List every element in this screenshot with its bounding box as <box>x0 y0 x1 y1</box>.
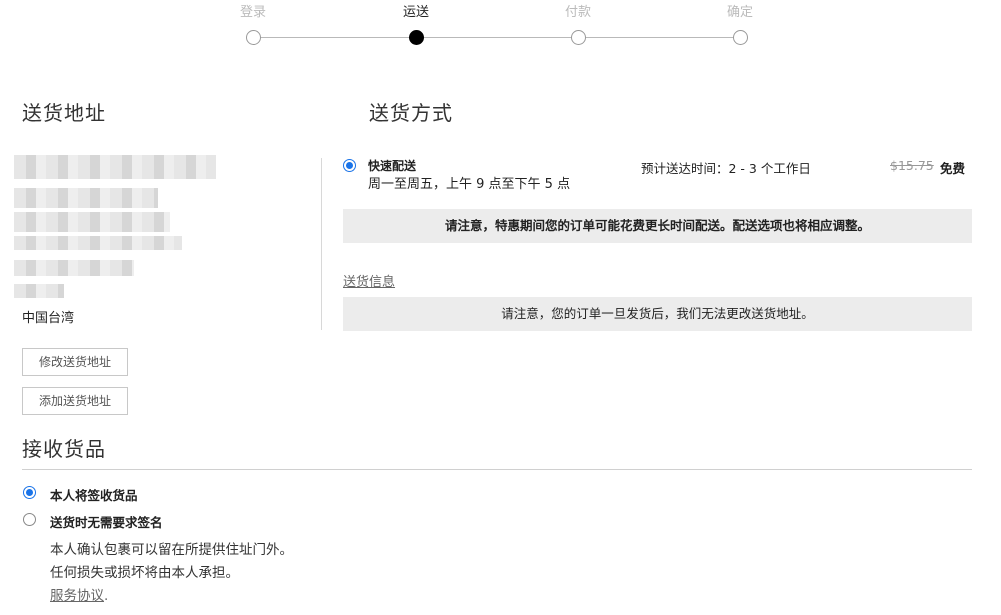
address-line-blur <box>14 155 216 179</box>
address-country: 中国台湾 <box>22 311 75 326</box>
promo-delay-notice: 请注意，特惠期间您的订单可能花费更长时间配送。配送选项也将相应调整。 <box>343 209 972 243</box>
step-shipping[interactable]: 运送 <box>376 0 456 45</box>
checkout-stepper: 登录 运送 付款 确定 <box>0 0 1001 50</box>
disclaimer-line-1: 本人确认包裹可以留在所提供住址门外。 <box>50 542 293 558</box>
step-payment-label: 付款 <box>564 5 591 20</box>
step-confirm-dot <box>733 30 748 45</box>
delivery-eta: 预计送达时间：2 - 3 个工作日 <box>641 161 811 176</box>
receive-goods-title: 接收货品 <box>22 437 106 461</box>
signature-required-label[interactable]: 本人将签收货品 <box>50 485 138 504</box>
address-line-blur <box>14 260 134 276</box>
disclaimer-line-2: 任何损失或损坏将由本人承担。 <box>50 565 239 581</box>
service-agreement-link[interactable]: 服务协议 <box>50 588 104 604</box>
terms-suffix: . <box>104 588 109 604</box>
section-divider <box>22 469 972 470</box>
step-payment-dot <box>571 30 586 45</box>
express-delivery-radio[interactable] <box>343 159 356 172</box>
edit-address-button[interactable]: 修改送货地址 <box>22 348 128 376</box>
address-line-blur <box>14 236 182 250</box>
signature-required-radio[interactable] <box>23 486 36 499</box>
original-price: $15.75 <box>890 158 934 173</box>
shipping-method-title: 送货方式 <box>369 101 453 125</box>
add-address-button[interactable]: 添加送货地址 <box>22 387 128 415</box>
terms-row: 服务协议. <box>50 584 108 604</box>
address-line-blur <box>14 188 158 208</box>
step-login[interactable]: 登录 <box>213 0 293 45</box>
no-signature-label[interactable]: 送货时无需要求签名 <box>50 512 163 531</box>
step-login-dot <box>246 30 261 45</box>
step-shipping-label: 运送 <box>402 5 429 20</box>
step-shipping-dot <box>409 30 424 45</box>
express-delivery-hours: 周一至周五，上午 9 点至下午 5 点 <box>368 177 571 192</box>
address-line-blur <box>14 284 64 298</box>
no-signature-radio[interactable] <box>23 513 36 526</box>
express-delivery-name: 快速配送 <box>368 159 417 173</box>
step-payment[interactable]: 付款 <box>538 0 618 45</box>
shipping-address-title: 送货地址 <box>22 101 106 125</box>
step-login-label: 登录 <box>239 5 266 20</box>
column-divider <box>321 158 322 330</box>
shipping-price: 免费 <box>940 161 966 176</box>
step-confirm-label: 确定 <box>726 5 753 20</box>
shipping-info-link[interactable]: 送货信息 <box>343 271 395 290</box>
step-confirm[interactable]: 确定 <box>700 0 780 45</box>
address-line-blur <box>14 212 170 232</box>
address-change-notice: 请注意，您的订单一旦发货后，我们无法更改送货地址。 <box>343 297 972 331</box>
stepper-line <box>253 37 740 38</box>
